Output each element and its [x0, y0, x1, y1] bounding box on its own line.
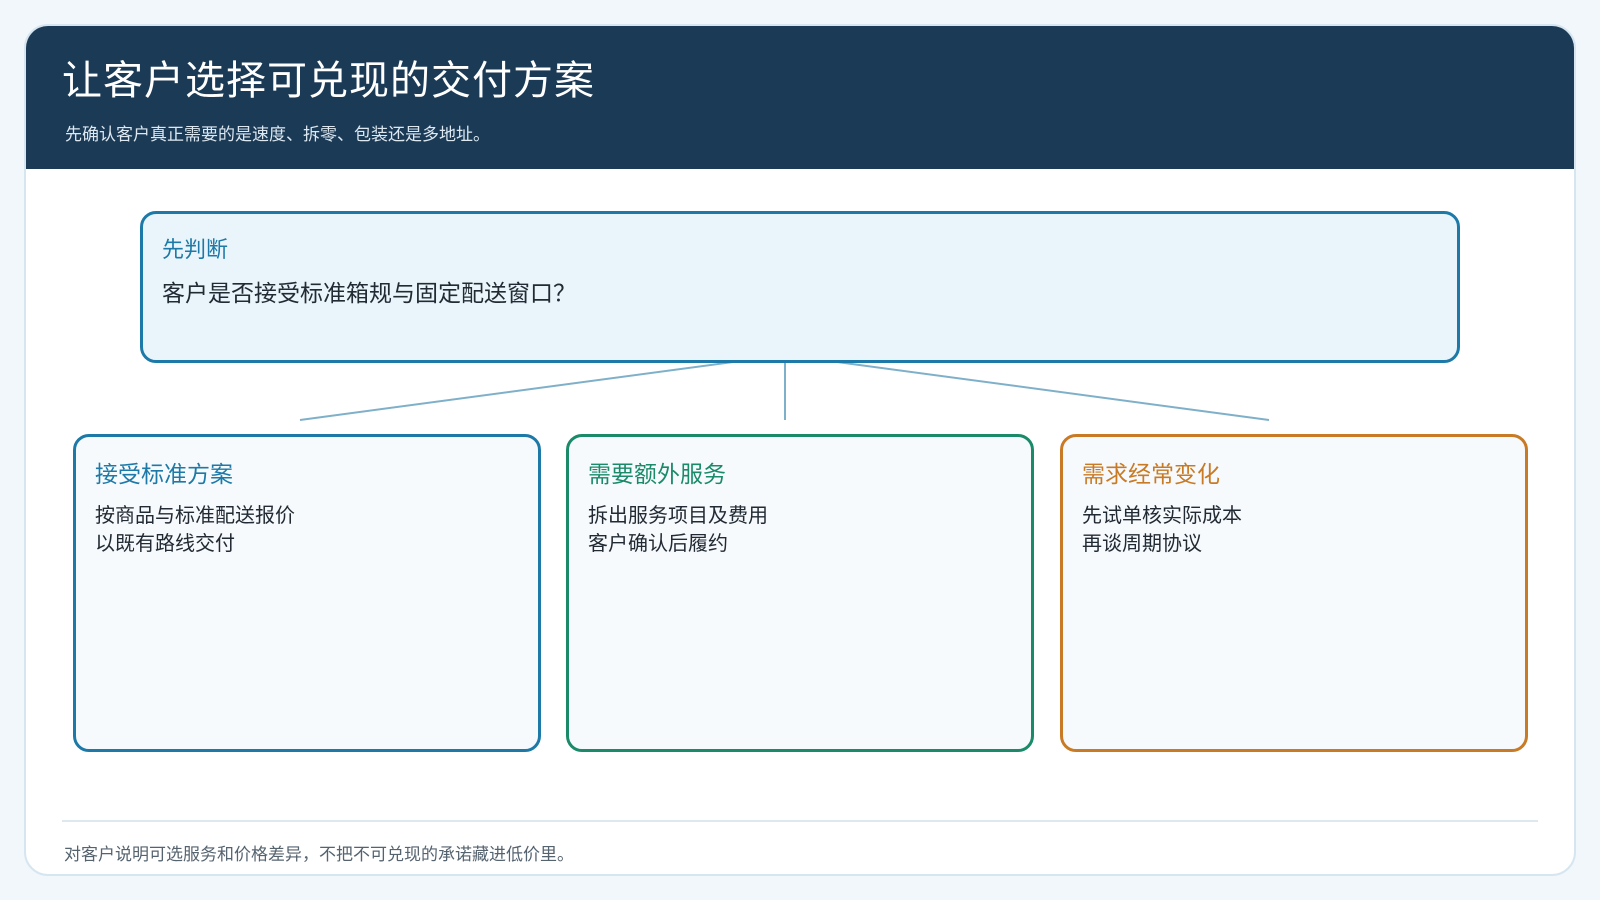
option-card-changing-demand: 需求经常变化 先试单核实际成本 再谈周期协议	[1060, 434, 1528, 752]
option-line: 拆出服务项目及费用	[588, 503, 768, 527]
connector-to-option-3	[784, 354, 1270, 421]
decision-question: 客户是否接受标准箱规与固定配送窗口？	[162, 281, 576, 307]
decision-label: 先判断	[162, 238, 229, 263]
footer-note: 对客户说明可选服务和价格差异，不把不可兑现的承诺藏进低价里。	[64, 845, 574, 865]
decision-box: 先判断 客户是否接受标准箱规与固定配送窗口？	[140, 211, 1460, 363]
option-line: 再谈周期协议	[1082, 531, 1202, 555]
diagram-card: 让客户选择可兑现的交付方案 先确认客户真正需要的是速度、拆零、包装还是多地址。 …	[24, 24, 1576, 876]
option-line: 先试单核实际成本	[1082, 503, 1242, 527]
footer-divider	[62, 820, 1538, 822]
option-line: 按商品与标准配送报价	[95, 503, 295, 527]
option-title: 需求经常变化	[1082, 462, 1220, 488]
option-line: 以既有路线交付	[95, 531, 235, 555]
option-title: 接受标准方案	[95, 462, 233, 488]
connector-to-option-1	[299, 354, 786, 421]
option-title: 需要额外服务	[588, 462, 726, 488]
option-line: 客户确认后履约	[588, 531, 728, 555]
option-card-extra-services: 需要额外服务 拆出服务项目及费用 客户确认后履约	[566, 434, 1034, 752]
option-card-standard: 接受标准方案 按商品与标准配送报价 以既有路线交付	[73, 434, 541, 752]
